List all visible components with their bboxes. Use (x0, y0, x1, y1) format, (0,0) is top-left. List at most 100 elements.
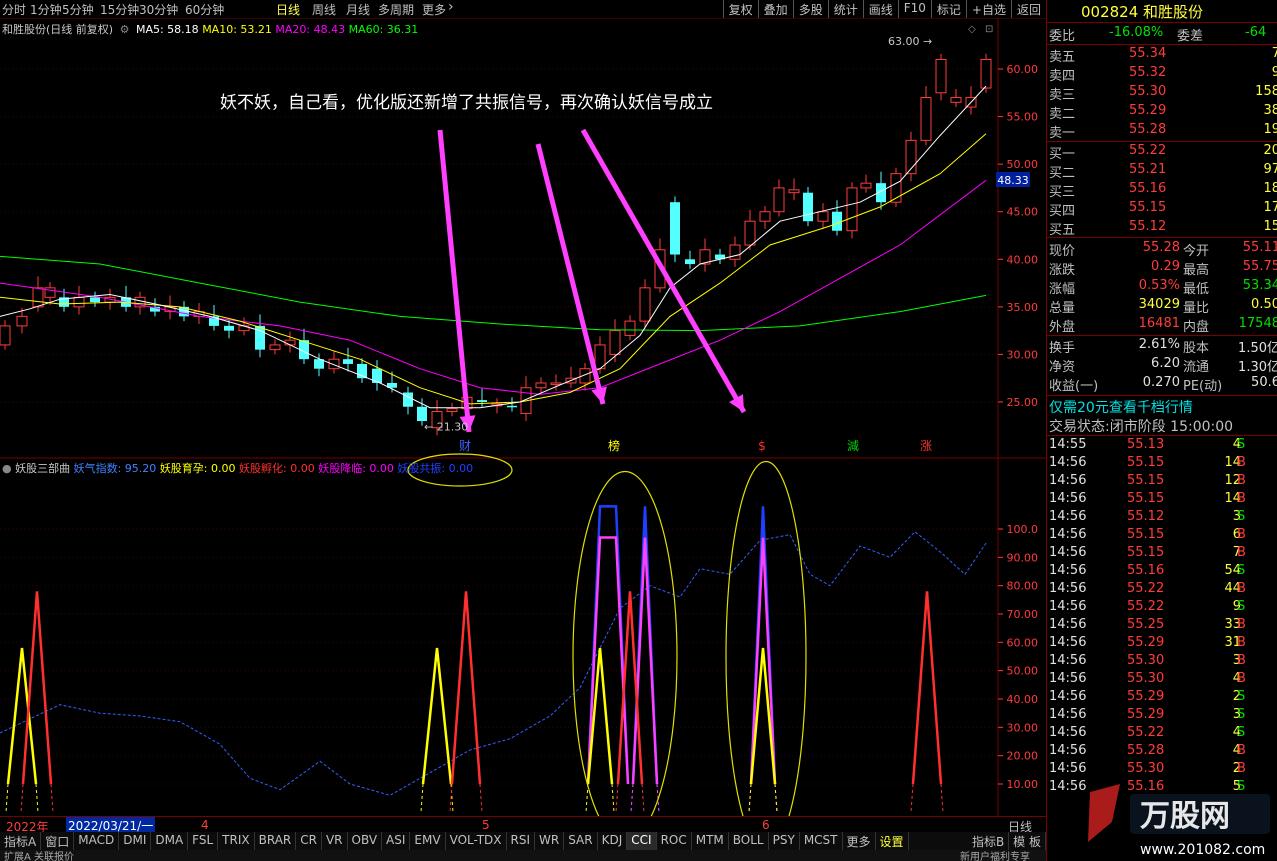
indicator-expand-icon[interactable]: ● (2, 462, 12, 475)
candlestick (965, 86, 977, 115)
stat-row-cell: 股本 (1183, 341, 1210, 356)
indicator-tab[interactable]: CR (296, 832, 322, 850)
candlestick (565, 366, 577, 388)
indicator-tab[interactable]: CCI (627, 832, 657, 850)
indicator-tab[interactable]: 指标B (968, 832, 1010, 850)
indicator-tab[interactable]: KDJ (598, 832, 628, 850)
tick-row: 14:56 55.29 3 S (1049, 707, 1277, 725)
indicator-tab[interactable]: DMA (151, 832, 189, 850)
stock-header: 002824 和胜股份 (1081, 1, 1203, 21)
promo-link[interactable]: 仅需20元查看千档行情 (1049, 397, 1193, 416)
tick-row-cell: 14:56 (1049, 617, 1087, 632)
toolbar-button[interactable]: F10 (897, 0, 931, 18)
indicator-tab[interactable]: 模 板 (1009, 832, 1046, 850)
stat-row: 外盘 16481 内盘 17548 (1049, 316, 1277, 335)
ask-row-cell: 55.32 (1129, 65, 1167, 80)
indicator-tab[interactable]: MTM (692, 832, 729, 850)
period-tab[interactable]: 更多 (422, 1, 446, 18)
toolbar-button[interactable]: 返回 (1010, 0, 1046, 18)
indicator-tab[interactable]: ROC (657, 832, 692, 850)
stat-row-cell: 0.53% (1138, 278, 1180, 293)
diamond-icon[interactable]: ◇ (968, 24, 976, 35)
period-tab[interactable]: 15分钟 (100, 1, 139, 18)
ask-row-cell: 卖四 (1049, 69, 1076, 84)
period-tab[interactable]: 周线 (312, 1, 336, 18)
indicator-tab[interactable]: MCST (800, 832, 843, 850)
period-tab[interactable]: 1分钟 (30, 1, 62, 18)
tick-row-cell: 55.25 (1127, 617, 1165, 632)
indicator-tab[interactable]: 窗口 (41, 832, 75, 850)
toolbar-button[interactable]: 画线 (862, 0, 898, 18)
tick-row-cell: 55.22 (1127, 725, 1165, 740)
indicator-tab[interactable]: VR (322, 832, 348, 850)
indicator-tab[interactable]: MACD (74, 832, 120, 850)
indicator-tick-label: 50.00 (1007, 665, 1039, 678)
tick-row: 14:56 55.16 54 S (1049, 563, 1277, 581)
indicator-tab[interactable]: TRIX (218, 832, 255, 850)
candlestick (670, 196, 680, 263)
zoom-icon[interactable]: ⊡ (985, 24, 993, 35)
bid-row: 买五 55.12 15 (1049, 219, 1277, 238)
stat-row-cell: 0.270 (1142, 375, 1180, 390)
period-tab[interactable]: 多周期 (378, 1, 414, 18)
indicator-tick-label: 10.00 (1007, 778, 1039, 791)
indicator-tab[interactable]: RSI (507, 832, 536, 850)
tick-row: 14:56 55.15 12 B (1049, 473, 1277, 491)
indicator-tick-label: 30.00 (1007, 721, 1039, 734)
period-tab[interactable]: 30分钟 (139, 1, 178, 18)
indicator-tab[interactable]: FSL (188, 832, 219, 850)
indicator-tab[interactable]: EMV (410, 832, 446, 850)
period-tab[interactable]: 日线 (276, 1, 300, 18)
candlestick (860, 174, 872, 193)
indicator-tab[interactable]: 设置 (876, 832, 909, 850)
signal-mark: 财 (459, 439, 471, 453)
status-right[interactable]: 新用户福利专享 (960, 850, 1030, 861)
chevron-right-icon[interactable]: › (448, 0, 454, 15)
period-tab[interactable]: 月线 (346, 1, 370, 18)
tick-row-cell: 14:56 (1049, 725, 1087, 740)
annotation-text: 妖不妖，自己看，优化版还新增了共振信号，再次确认妖信号成立 (220, 93, 713, 113)
tick-row-cell: 55.15 (1127, 473, 1165, 488)
indicator-tab[interactable]: 指标A (0, 832, 42, 850)
stat-row-cell: 涨幅 (1049, 282, 1076, 297)
indicator-tab[interactable]: 更多 (843, 832, 876, 850)
indicator-tab[interactable]: WR (535, 832, 565, 850)
stat-row-cell: 量比 (1183, 301, 1210, 316)
bid-row-cell: 18 (1263, 181, 1277, 196)
tick-row: 14:56 55.15 14 B (1049, 491, 1277, 509)
stat-row: 换手 2.61% 股本 1.50亿 (1049, 337, 1277, 356)
tick-row: 14:56 55.29 31 B (1049, 635, 1277, 653)
candlestick (905, 131, 917, 182)
indicator-tab[interactable]: BRAR (255, 832, 297, 850)
candlestick (0, 320, 11, 350)
indicator-tab[interactable]: VOL-TDX (446, 832, 507, 850)
stat-row: 收益(一) 0.270PE(动) 50.6 (1049, 375, 1277, 394)
candlestick (73, 285, 85, 315)
toolbar-button[interactable]: +自选 (965, 0, 1011, 18)
toolbar-button[interactable]: 叠加 (757, 0, 793, 18)
signal-mark: 榜 (608, 438, 620, 453)
indicator-tab[interactable]: SAR (564, 832, 598, 850)
indicator-tab[interactable]: ASI (382, 832, 411, 850)
candlestick (579, 362, 591, 391)
candlestick (520, 376, 532, 422)
toolbar-button[interactable]: 复权 (722, 0, 758, 18)
toolbar-button[interactable]: 标记 (930, 0, 966, 18)
candlestick (788, 178, 800, 201)
tick-row-cell: 14:56 (1049, 473, 1087, 488)
indicator-tab[interactable]: OBV (348, 832, 383, 850)
indicator-tab[interactable]: PSY (769, 832, 800, 850)
period-tab[interactable]: 60分钟 (185, 1, 224, 18)
toolbar-button[interactable]: 多股 (792, 0, 828, 18)
indicator-tab[interactable]: DMI (119, 832, 152, 850)
tick-row-cell: 55.16 (1127, 563, 1165, 578)
settings-icon[interactable]: ⚙ (120, 23, 130, 36)
tick-row-cell: 14:56 (1049, 743, 1087, 758)
toolbar-button[interactable]: 统计 (827, 0, 863, 18)
candlestick (759, 206, 771, 229)
ma-line (0, 133, 987, 405)
period-tab[interactable]: 分时 (2, 1, 26, 18)
indicator-tab[interactable]: BOLL (729, 832, 769, 850)
period-tab[interactable]: 5分钟 (62, 1, 94, 18)
ma-legend-item: MA10: 53.21 (202, 23, 276, 36)
